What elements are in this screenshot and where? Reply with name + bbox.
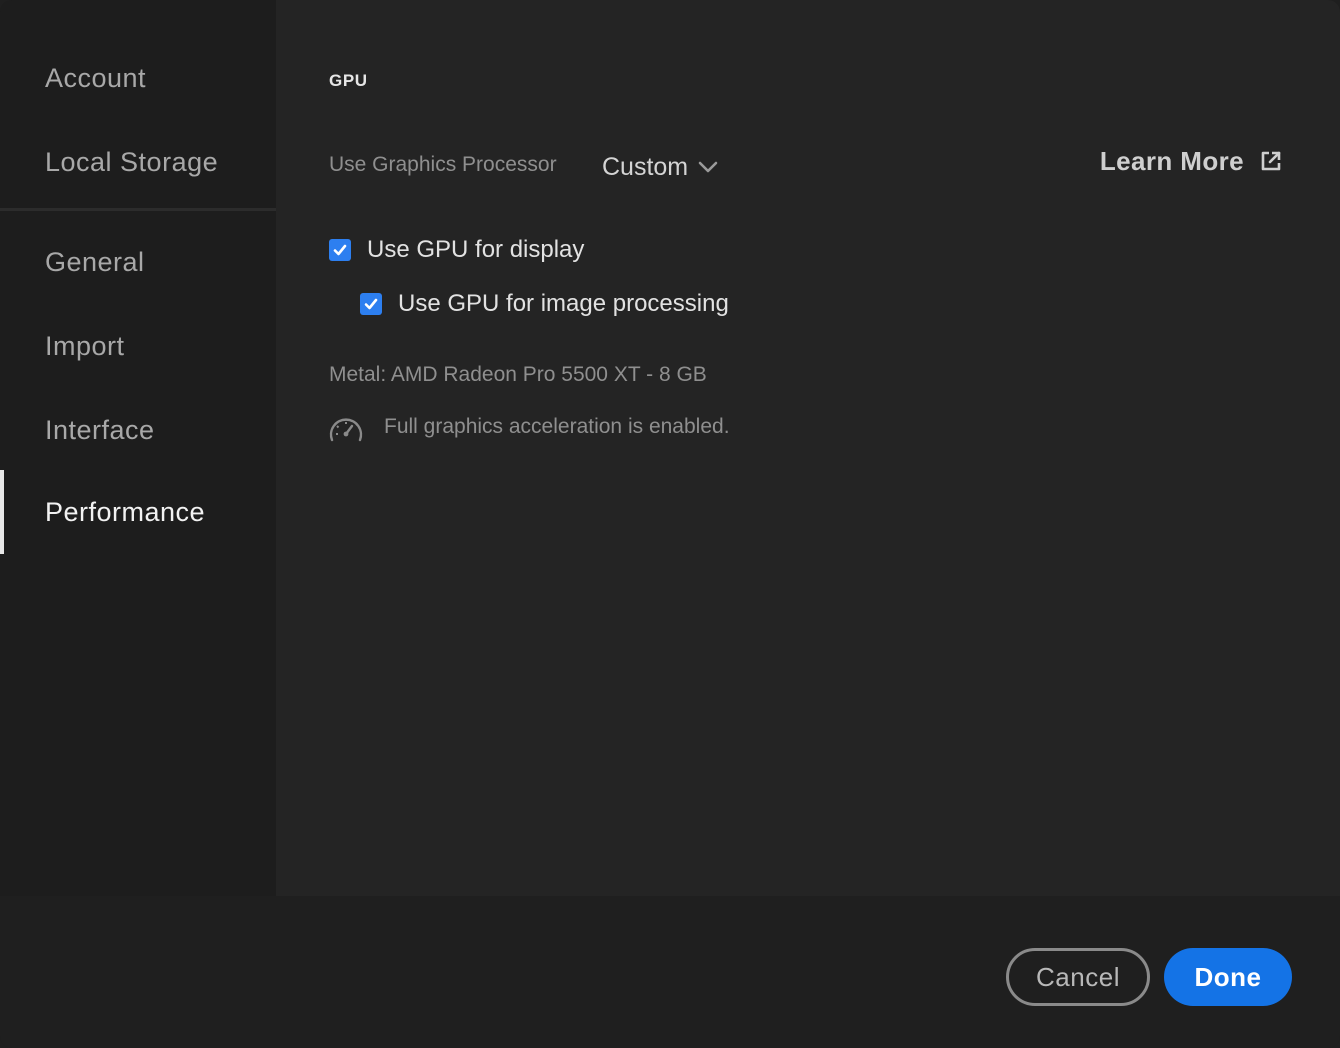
sidebar-item-general[interactable]: General: [0, 220, 276, 304]
cancel-button[interactable]: Cancel: [1006, 948, 1150, 1006]
use-graphics-processor-label: Use Graphics Processor: [329, 153, 557, 176]
sidebar-item-local-storage[interactable]: Local Storage: [0, 120, 276, 204]
use-gpu-display-label: Use GPU for display: [367, 236, 585, 263]
graphics-processor-dropdown[interactable]: Custom: [602, 148, 718, 186]
use-gpu-display-checkbox-row[interactable]: Use GPU for display: [329, 236, 584, 264]
settings-panel: GPU Use Graphics Processor Custom Learn …: [276, 0, 1340, 896]
done-button[interactable]: Done: [1164, 948, 1292, 1006]
checkmark-icon: [333, 244, 347, 256]
sidebar: Account Local Storage General Import Int…: [0, 0, 276, 896]
gpu-info: Metal: AMD Radeon Pro 5500 XT - 8 GB: [329, 363, 707, 386]
sidebar-divider: [0, 208, 276, 211]
acceleration-status: Full graphics acceleration is enabled.: [384, 415, 730, 438]
sidebar-item-account[interactable]: Account: [0, 36, 276, 120]
dropdown-value: Custom: [602, 152, 689, 181]
sidebar-item-label: Account: [45, 62, 147, 93]
section-title: GPU: [329, 71, 368, 90]
use-gpu-image-processing-label: Use GPU for image processing: [398, 290, 729, 317]
sidebar-item-label: Interface: [45, 414, 155, 445]
use-gpu-image-processing-checkbox-row[interactable]: Use GPU for image processing: [360, 290, 729, 318]
sidebar-item-label: Import: [45, 330, 125, 361]
speedometer-icon: [329, 418, 363, 442]
learn-more-link[interactable]: Learn More: [1100, 143, 1282, 179]
sidebar-item-interface[interactable]: Interface: [0, 388, 276, 472]
use-gpu-image-processing-checkbox[interactable]: [360, 293, 382, 315]
preferences-dialog: Account Local Storage General Import Int…: [0, 0, 1340, 1048]
external-link-icon: [1261, 151, 1281, 171]
chevron-down-icon: [698, 161, 718, 173]
learn-more-label: Learn More: [1099, 145, 1244, 176]
sidebar-item-import[interactable]: Import: [0, 304, 276, 388]
checkmark-icon: [364, 298, 378, 310]
sidebar-item-performance[interactable]: Performance: [0, 470, 276, 554]
use-gpu-display-checkbox[interactable]: [329, 239, 351, 261]
sidebar-item-label: General: [45, 246, 145, 277]
sidebar-item-label: Performance: [45, 496, 206, 527]
sidebar-item-label: Local Storage: [45, 146, 219, 177]
dialog-footer: Cancel Done: [0, 896, 1340, 1048]
